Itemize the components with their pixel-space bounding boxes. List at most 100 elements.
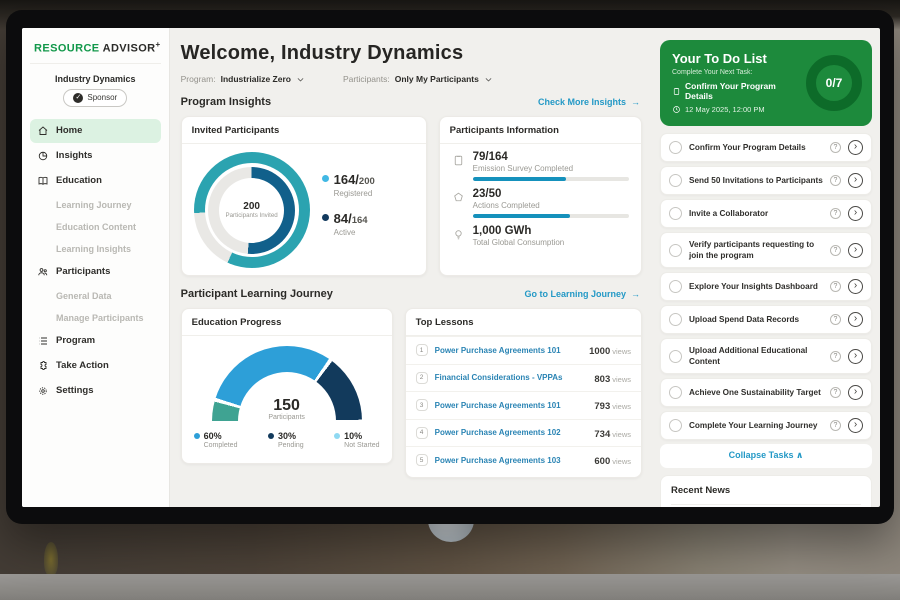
invited-donut-chart: 200 Participants Invited bbox=[194, 152, 310, 268]
clock-icon bbox=[672, 105, 681, 114]
insights-cards-row: Invited Participants 200 Participants In… bbox=[181, 116, 642, 276]
donut-center-label: Participants Invited bbox=[225, 212, 277, 220]
registered-dot bbox=[322, 175, 329, 182]
check-more-insights-link[interactable]: Check More Insights → bbox=[538, 97, 640, 107]
sidebar-item-label: Education bbox=[56, 175, 102, 186]
program-filter-label: Program: bbox=[181, 74, 216, 84]
task-checkbox[interactable] bbox=[669, 313, 682, 326]
task-checkbox[interactable] bbox=[669, 207, 682, 220]
lesson-row: 5 Power Purchase Agreements 103 600views bbox=[406, 446, 641, 474]
sidebar-item-learning-journey[interactable]: Learning Journey bbox=[30, 194, 161, 216]
arrow-right-icon: → bbox=[631, 97, 640, 107]
task-checkbox[interactable] bbox=[669, 350, 682, 363]
monitor-bezel: RESOURCE ADVISOR+ Industry Dynamics ✓ Sp… bbox=[6, 10, 894, 524]
todo-due-date: 12 May 2025, 12:00 PM bbox=[672, 105, 800, 114]
program-filter[interactable]: Program: Industrialize Zero bbox=[181, 74, 305, 84]
rank-badge: 4 bbox=[416, 427, 428, 439]
info-icon: ? bbox=[830, 175, 841, 186]
task-checkbox[interactable] bbox=[669, 419, 682, 432]
task-checkbox[interactable] bbox=[669, 244, 682, 257]
task-row-confirm-program[interactable]: Confirm Your Program Details ? › bbox=[660, 133, 872, 162]
lesson-link[interactable]: Power Purchase Agreements 101 bbox=[435, 346, 582, 355]
plant-leaf bbox=[44, 542, 58, 576]
sidebar-item-program[interactable]: Program bbox=[30, 329, 161, 353]
donut-center-value: 200 bbox=[243, 201, 260, 212]
learning-journey-title: Participant Learning Journey bbox=[181, 288, 333, 300]
task-checkbox[interactable] bbox=[669, 280, 682, 293]
sidebar-item-take-action[interactable]: Take Action bbox=[30, 354, 161, 378]
sidebar-item-label: Participants bbox=[56, 266, 110, 277]
chevron-right-icon[interactable]: › bbox=[848, 312, 863, 327]
chevron-right-icon[interactable]: › bbox=[848, 279, 863, 294]
metric-emission-survey: 79/164 Emission Survey Completed bbox=[440, 144, 641, 181]
chevron-right-icon[interactable]: › bbox=[848, 243, 863, 258]
recent-news-card: Recent News bbox=[660, 475, 872, 507]
info-icon: ? bbox=[830, 245, 841, 256]
page-title: Welcome, Industry Dynamics bbox=[181, 42, 642, 65]
education-gauge-chart: 150 Participants bbox=[212, 346, 362, 421]
task-checkbox[interactable] bbox=[669, 174, 682, 187]
org-name: Industry Dynamics bbox=[30, 74, 161, 84]
participants-filter[interactable]: Participants: Only My Participants bbox=[343, 74, 493, 84]
sidebar-item-settings[interactable]: Settings bbox=[30, 379, 161, 403]
sidebar-item-manage-participants[interactable]: Manage Participants bbox=[30, 307, 161, 329]
sidebar-item-participants[interactable]: Participants bbox=[30, 260, 161, 284]
chevron-right-icon[interactable]: › bbox=[848, 385, 863, 400]
chevron-right-icon[interactable]: › bbox=[848, 418, 863, 433]
todo-next-task: Confirm Your Program Details bbox=[672, 81, 800, 101]
top-lessons-card: Top Lessons 1 Power Purchase Agreements … bbox=[405, 308, 642, 478]
task-row-verify-participants[interactable]: Verify participants requesting to join t… bbox=[660, 232, 872, 268]
lesson-link[interactable]: Financial Considerations - VPPAs bbox=[435, 373, 588, 382]
lesson-link[interactable]: Power Purchase Agreements 101 bbox=[435, 401, 588, 410]
program-filter-value: Industrialize Zero bbox=[221, 74, 291, 84]
program-insights-header: Program Insights Check More Insights → bbox=[181, 96, 640, 108]
desk-edge bbox=[0, 574, 900, 600]
chevron-right-icon[interactable]: › bbox=[848, 140, 863, 155]
sponsor-badge[interactable]: ✓ Sponsor bbox=[63, 89, 127, 107]
task-row-complete-learning-journey[interactable]: Complete Your Learning Journey ? › bbox=[660, 411, 872, 440]
task-row-send-invitations[interactable]: Send 50 Invitations to Participants ? › bbox=[660, 166, 872, 195]
todo-progress-ring: 0/7 bbox=[806, 55, 862, 111]
task-row-upload-educational-content[interactable]: Upload Additional Educational Content ? … bbox=[660, 338, 872, 374]
todo-subtitle: Complete Your Next Task: bbox=[672, 69, 800, 76]
app-logo: RESOURCE ADVISOR+ bbox=[30, 38, 161, 64]
task-row-achieve-target[interactable]: Achieve One Sustainability Target ? › bbox=[660, 378, 872, 407]
chevron-right-icon[interactable]: › bbox=[848, 206, 863, 221]
sidebar-item-home[interactable]: Home bbox=[30, 119, 161, 143]
logo-plus: + bbox=[156, 40, 161, 49]
lesson-link[interactable]: Power Purchase Agreements 102 bbox=[435, 428, 588, 437]
task-checkbox[interactable] bbox=[669, 141, 682, 154]
lightbulb-icon bbox=[452, 228, 465, 241]
education-legend: 60% Completed 30% Pending bbox=[182, 421, 392, 449]
learning-journey-header: Participant Learning Journey Go to Learn… bbox=[181, 288, 640, 300]
lesson-link[interactable]: Power Purchase Agreements 103 bbox=[435, 456, 588, 465]
sidebar-item-education-content[interactable]: Education Content bbox=[30, 216, 161, 238]
chevron-down-icon bbox=[296, 75, 305, 84]
sidebar-item-label: Program bbox=[56, 335, 95, 346]
info-icon: ? bbox=[830, 208, 841, 219]
sidebar-item-label: Insights bbox=[56, 150, 92, 161]
metric-actions: 23/50 Actions Completed bbox=[440, 181, 641, 218]
legend-completed: 60% Completed bbox=[194, 431, 238, 449]
gauge-center-value: 150 bbox=[212, 398, 362, 414]
info-icon: ? bbox=[830, 142, 841, 153]
collapse-tasks-link[interactable]: Collapse Tasks ∧ bbox=[660, 444, 872, 468]
task-row-upload-spend-data[interactable]: Upload Spend Data Records ? › bbox=[660, 305, 872, 334]
task-checkbox[interactable] bbox=[669, 386, 682, 399]
sidebar-item-learning-insights[interactable]: Learning Insights bbox=[30, 238, 161, 260]
sidebar-item-insights[interactable]: Insights bbox=[30, 144, 161, 168]
participants-information-card: Participants Information 79/164 Emission… bbox=[439, 116, 642, 276]
go-to-learning-journey-link[interactable]: Go to Learning Journey → bbox=[524, 289, 640, 299]
chevron-right-icon[interactable]: › bbox=[848, 173, 863, 188]
task-row-explore-insights[interactable]: Explore Your Insights Dashboard ? › bbox=[660, 272, 872, 301]
task-row-invite-collaborator[interactable]: Invite a Collaborator ? › bbox=[660, 199, 872, 228]
chevron-right-icon[interactable]: › bbox=[848, 349, 863, 364]
sidebar-item-label: Take Action bbox=[56, 360, 109, 371]
legend-active: 84/164 Active bbox=[322, 210, 375, 237]
sidebar-item-general-data[interactable]: General Data bbox=[30, 285, 161, 307]
actions-icon bbox=[452, 191, 465, 204]
chevron-up-icon: ∧ bbox=[796, 450, 803, 460]
sidebar-item-education[interactable]: Education bbox=[30, 169, 161, 193]
clipboard-icon bbox=[672, 87, 681, 96]
todo-title: Your To Do List bbox=[672, 51, 800, 66]
